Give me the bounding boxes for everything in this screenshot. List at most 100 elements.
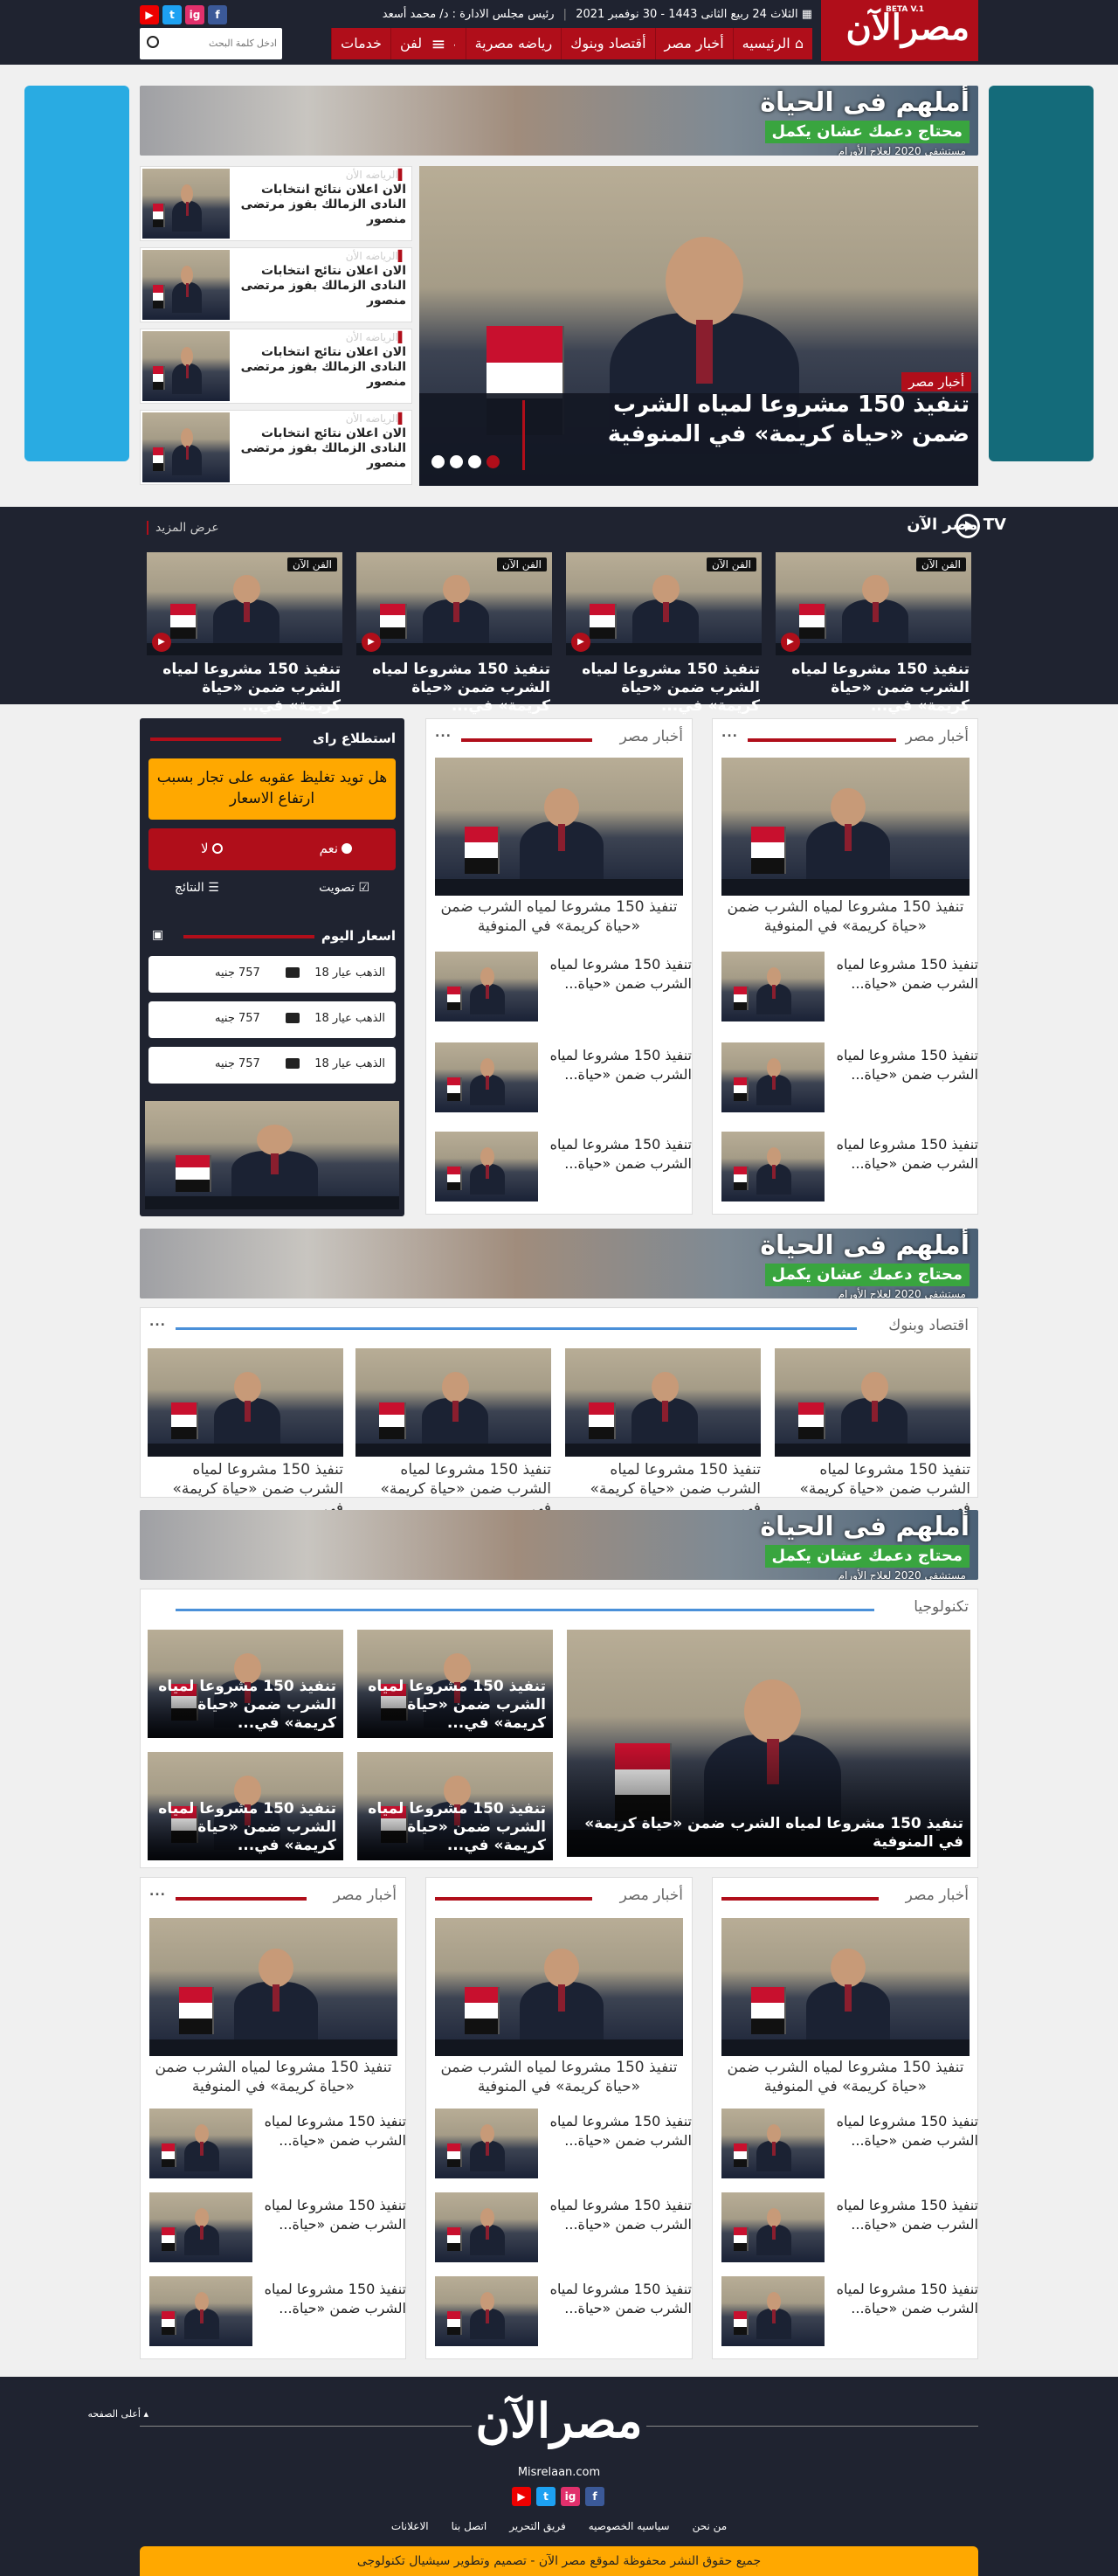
side-ad-left[interactable] bbox=[24, 86, 129, 461]
search-icon[interactable] bbox=[147, 36, 159, 48]
tv-card[interactable]: الفن الآن ▶ تنفيذ 150 مشروعا لمياه الشرب… bbox=[776, 552, 971, 715]
column-title[interactable]: أخبار مصر bbox=[620, 728, 683, 745]
news-row[interactable]: تنفيذ 150 مشروعا لمياه الشرب ضمن «حياة..… bbox=[149, 2276, 406, 2355]
poll-option-no[interactable]: لا bbox=[201, 841, 223, 856]
section-title[interactable]: تكنولوجيا bbox=[914, 1598, 969, 1616]
nav-sports[interactable]: رياضه مصرية bbox=[465, 28, 562, 59]
tech-card[interactable]: تنفيذ 150 مشروعا لمياه الشرب ضمن «حياة ك… bbox=[148, 1752, 343, 1860]
news-row[interactable]: تنفيذ 150 مشروعا لمياه الشرب ضمن «حياة..… bbox=[721, 952, 978, 1030]
economy-card[interactable]: تنفيذ 150 مشروعا لمياه الشرب ضمن «حياة ك… bbox=[148, 1348, 343, 1517]
main-news-thumbnail[interactable] bbox=[435, 1918, 683, 2056]
economy-card[interactable]: تنفيذ 150 مشروعا لمياه الشرب ضمن «حياة ك… bbox=[775, 1348, 970, 1517]
tech-main-card[interactable]: تنفيذ 150 مشروعا لمياه الشرب ضمن «حياة ك… bbox=[567, 1630, 970, 1857]
main-news-title[interactable]: تنفيذ 150 مشروعا لمياه الشرب ضمن «حياة ك… bbox=[435, 897, 683, 936]
side-news-item[interactable]: ▌الرياضه الأن الان اعلان نتائج انتخابات … bbox=[140, 410, 412, 485]
news-row[interactable]: تنفيذ 150 مشروعا لمياه الشرب ضمن «حياة..… bbox=[435, 2276, 692, 2355]
column-title[interactable]: أخبار مصر bbox=[906, 1887, 969, 1904]
play-icon[interactable]: ▶ bbox=[152, 633, 171, 652]
footer-link-team[interactable]: فريق التحرير bbox=[509, 2520, 565, 2532]
news-row[interactable]: تنفيذ 150 مشروعا لمياه الشرب ضمن «حياة..… bbox=[721, 1132, 978, 1210]
news-row[interactable]: تنفيذ 150 مشروعا لمياه الشرب ضمن «حياة..… bbox=[721, 2109, 978, 2187]
slider-dot[interactable] bbox=[487, 455, 500, 468]
footer-site[interactable]: Misrelaan.com bbox=[472, 2466, 646, 2479]
play-icon[interactable]: ▶ bbox=[362, 633, 381, 652]
footer-link-privacy[interactable]: سياسيه الخصوصيه bbox=[589, 2520, 670, 2532]
tv-section-title[interactable]: TV مصر الآن bbox=[907, 516, 1006, 534]
side-news-item[interactable]: ▌الرياضه الأن الان اعلان نتائج انتخابات … bbox=[140, 247, 412, 322]
facebook-icon[interactable]: f bbox=[585, 2487, 604, 2506]
column-more[interactable]: ... bbox=[435, 726, 452, 740]
tech-card[interactable]: تنفيذ 150 مشروعا لمياه الشرب ضمن «حياة ك… bbox=[357, 1752, 553, 1860]
facebook-icon[interactable]: f bbox=[208, 5, 227, 24]
slider-dot[interactable] bbox=[468, 455, 481, 468]
side-ad-right[interactable] bbox=[989, 86, 1094, 461]
footer-logo[interactable]: مصرالآن bbox=[472, 2392, 646, 2448]
hero-slider[interactable]: أخبار مصر تنفيذ 150 مشروعا لمياه الشرب ض… bbox=[419, 166, 978, 486]
main-news-thumbnail[interactable] bbox=[721, 1918, 970, 2056]
news-row[interactable]: تنفيذ 150 مشروعا لمياه الشرب ضمن «حياة..… bbox=[435, 1132, 692, 1210]
footer-link-ads[interactable]: الاعلانات bbox=[391, 2520, 429, 2532]
news-row[interactable]: تنفيذ 150 مشروعا لمياه الشرب ضمن «حياة..… bbox=[435, 2109, 692, 2187]
news-row[interactable]: تنفيذ 150 مشروعا لمياه الشرب ضمن «حياة..… bbox=[149, 2109, 406, 2187]
column-more[interactable]: ... bbox=[721, 726, 738, 740]
twitter-icon[interactable]: t bbox=[162, 5, 182, 24]
slider-dot[interactable] bbox=[450, 455, 463, 468]
tv-card[interactable]: الفن الآن ▶ تنفيذ 150 مشروعا لمياه الشرب… bbox=[356, 552, 552, 715]
ad-banner[interactable]: أملهم فى الحياة محتاج دعمك عشان يكمل مست… bbox=[140, 1510, 978, 1580]
instagram-icon[interactable]: ig bbox=[185, 5, 204, 24]
section-more[interactable]: ... bbox=[149, 1315, 166, 1329]
nav-services[interactable]: خدمات bbox=[331, 28, 390, 59]
side-news-item[interactable]: ▌الرياضه الأن الان اعلان نتائج انتخابات … bbox=[140, 166, 412, 241]
slider-dot[interactable] bbox=[431, 455, 445, 468]
hero-title[interactable]: تنفيذ 150 مشروعا لمياه الشرب ضمن «حياة ك… bbox=[550, 390, 970, 449]
news-row[interactable]: تنفيذ 150 مشروعا لمياه الشرب ضمن «حياة..… bbox=[435, 952, 692, 1030]
hamburger-menu-icon[interactable]: ≡ bbox=[423, 28, 454, 59]
play-icon[interactable]: ▶ bbox=[781, 633, 800, 652]
main-news-title[interactable]: تنفيذ 150 مشروعا لمياه الشرب ضمن «حياة ك… bbox=[149, 2058, 397, 2096]
tv-card[interactable]: الفن الآن ▶ تنفيذ 150 مشروعا لمياه الشرب… bbox=[147, 552, 342, 715]
main-news-thumbnail[interactable] bbox=[149, 1918, 397, 2056]
back-to-top-link[interactable]: ▴ أعلى الصفحه bbox=[88, 2408, 148, 2420]
logo[interactable]: BETA V.1 مصرالآن bbox=[821, 0, 978, 61]
twitter-icon[interactable]: t bbox=[536, 2487, 556, 2506]
main-news-title[interactable]: تنفيذ 150 مشروعا لمياه الشرب ضمن «حياة ك… bbox=[721, 2058, 970, 2096]
tech-card[interactable]: تنفيذ 150 مشروعا لمياه الشرب ضمن «حياة ك… bbox=[148, 1630, 343, 1738]
ad-banner[interactable]: أملهم فى الحياة محتاج دعمك عشان يكمل مست… bbox=[140, 1229, 978, 1298]
tech-card[interactable]: تنفيذ 150 مشروعا لمياه الشرب ضمن «حياة ك… bbox=[357, 1630, 553, 1738]
column-title[interactable]: أخبار مصر bbox=[334, 1887, 397, 1904]
section-title[interactable]: اقتصاد وبنوك bbox=[888, 1317, 969, 1334]
nav-economy[interactable]: أقتصاد وبنوك bbox=[561, 28, 654, 59]
news-row[interactable]: تنفيذ 150 مشروعا لمياه الشرب ضمن «حياة..… bbox=[721, 2276, 978, 2355]
main-news-title[interactable]: تنفيذ 150 مشروعا لمياه الشرب ضمن «حياة ك… bbox=[721, 897, 970, 936]
search-input[interactable] bbox=[169, 28, 282, 59]
tv-card[interactable]: الفن الآن ▶ تنفيذ 150 مشروعا لمياه الشرب… bbox=[566, 552, 762, 715]
economy-card[interactable]: تنفيذ 150 مشروعا لمياه الشرب ضمن «حياة ك… bbox=[565, 1348, 761, 1517]
footer-link-contact[interactable]: اتصل بنا bbox=[452, 2520, 487, 2532]
news-row[interactable]: تنفيذ 150 مشروعا لمياه الشرب ضمن «حياة..… bbox=[435, 1042, 692, 1121]
poll-ad-image[interactable] bbox=[145, 1101, 399, 1209]
youtube-icon[interactable]: ▶ bbox=[140, 5, 159, 24]
news-row[interactable]: تنفيذ 150 مشروعا لمياه الشرب ضمن «حياة..… bbox=[721, 2192, 978, 2271]
hero-category[interactable]: أخبار مصر bbox=[901, 372, 971, 391]
footer-link-about[interactable]: من نحن bbox=[693, 2520, 728, 2532]
main-news-thumbnail[interactable] bbox=[721, 758, 970, 896]
side-news-item[interactable]: ▌الرياضه الأن الان اعلان نتائج انتخابات … bbox=[140, 329, 412, 404]
poll-option-yes[interactable]: نعم bbox=[320, 841, 352, 856]
nav-egypt-news[interactable]: أخبار مصر bbox=[654, 28, 733, 59]
news-row[interactable]: تنفيذ 150 مشروعا لمياه الشرب ضمن «حياة..… bbox=[721, 1042, 978, 1121]
main-news-title[interactable]: تنفيذ 150 مشروعا لمياه الشرب ضمن «حياة ك… bbox=[435, 2058, 683, 2096]
play-icon[interactable]: ▶ bbox=[571, 633, 590, 652]
instagram-icon[interactable]: ig bbox=[561, 2487, 580, 2506]
column-more[interactable]: ... bbox=[149, 1885, 166, 1899]
youtube-icon[interactable]: ▶ bbox=[512, 2487, 531, 2506]
main-news-thumbnail[interactable] bbox=[435, 758, 683, 896]
tv-more-link[interactable]: عرض المزيد bbox=[147, 521, 219, 535]
nav-home[interactable]: ⌂ الرئيسيه bbox=[732, 28, 812, 59]
vote-button[interactable]: ☑ تصويت bbox=[319, 881, 369, 895]
ad-banner[interactable]: أملهم فى الحياة محتاج دعمك عشان يكمل مست… bbox=[140, 86, 978, 156]
news-row[interactable]: تنفيذ 150 مشروعا لمياه الشرب ضمن «حياة..… bbox=[435, 2192, 692, 2271]
column-title[interactable]: أخبار مصر bbox=[620, 1887, 683, 1904]
news-row[interactable]: تنفيذ 150 مشروعا لمياه الشرب ضمن «حياة..… bbox=[149, 2192, 406, 2271]
column-title[interactable]: أخبار مصر bbox=[906, 728, 969, 745]
results-button[interactable]: ☰ النتائج bbox=[175, 881, 219, 895]
